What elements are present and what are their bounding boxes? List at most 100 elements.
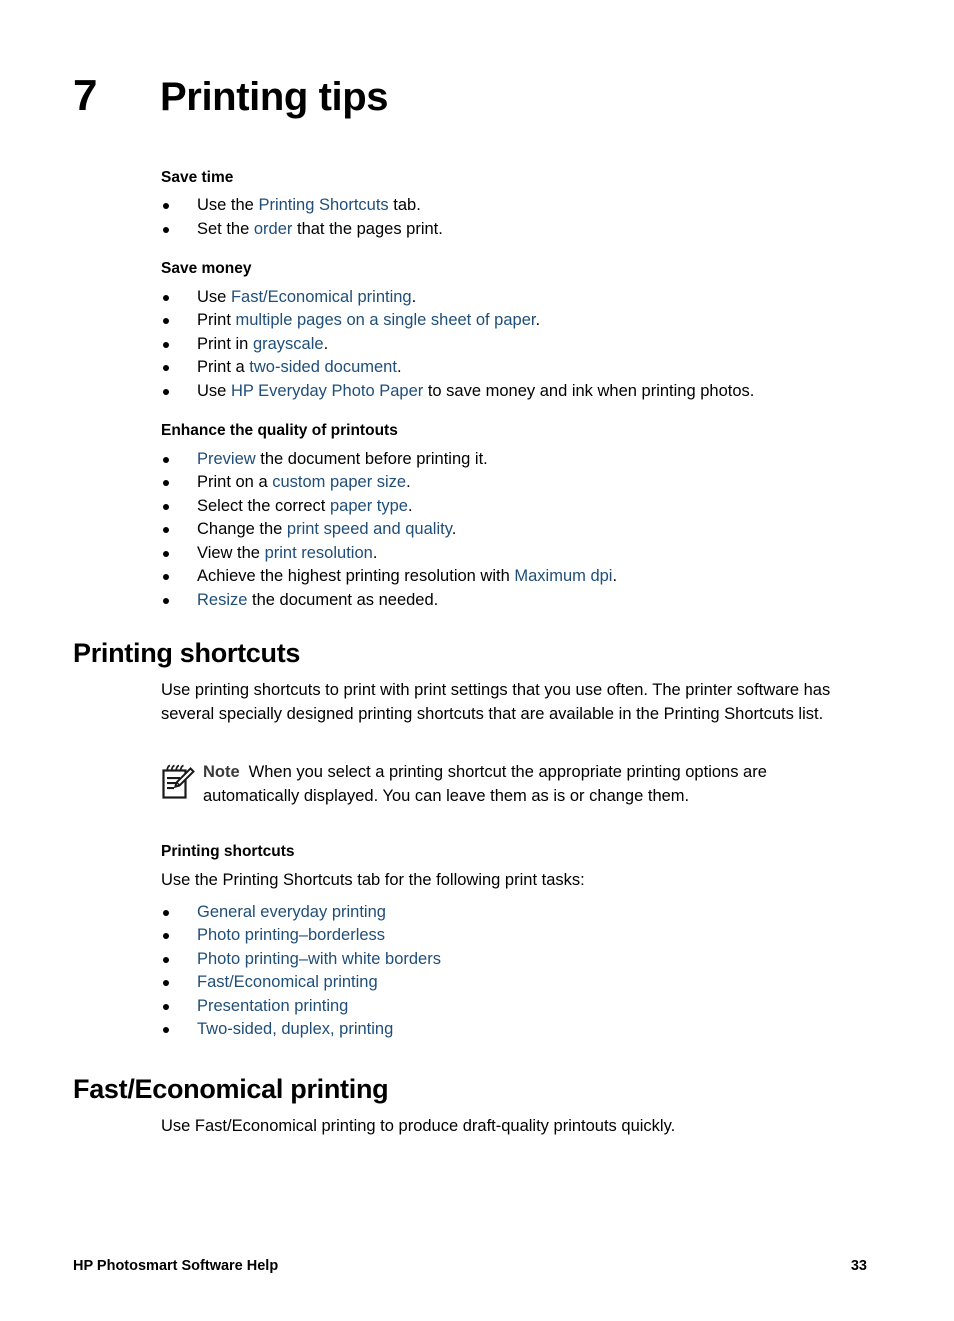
save-money-list: Use Fast/Economical printing. Print mult… (161, 286, 867, 404)
printing-shortcuts-sub-intro: Use the Printing Shortcuts tab for the f… (161, 871, 585, 890)
doc-link[interactable]: order (254, 220, 293, 238)
item-text-post: . (372, 543, 378, 562)
section-heading-printing-shortcuts: Printing shortcuts (73, 638, 301, 668)
list-item: Use HP Everyday Photo Paper to save mone… (161, 380, 867, 404)
list-item: Fast/Economical printing (161, 971, 867, 995)
doc-link[interactable]: Two-sided, duplex, printing (197, 1020, 393, 1038)
doc-link[interactable]: two-sided document (249, 358, 397, 376)
item-text-pre: Print (197, 311, 236, 330)
doc-link[interactable]: Photo printing–borderless (197, 926, 385, 944)
note-text: When you select a printing shortcut the … (203, 763, 767, 805)
item-text-pre: Print a (197, 358, 250, 377)
note-callout: Note When you select a printing shortcut … (161, 761, 867, 808)
chapter-heading: 7 Printing tips (73, 74, 873, 118)
doc-link[interactable]: General everyday printing (197, 903, 386, 921)
printing-shortcuts-intro-block: Use printing shortcuts to print with pri… (161, 679, 867, 726)
item-text-post: . (407, 496, 413, 515)
note-label: Note (203, 763, 240, 781)
item-text-pre: Use (197, 287, 231, 306)
note-pad-pencil-icon (161, 761, 203, 806)
item-text-post: . (406, 473, 411, 492)
printing-shortcuts-subheading: Printing shortcuts (161, 843, 295, 860)
section-heading-fast-economical: Fast/Economical printing (73, 1074, 389, 1104)
list-item: Preview the document before printing it. (161, 448, 867, 472)
list-item: View the print resolution. (161, 542, 867, 566)
bullet-icon (163, 909, 169, 916)
item-text-pre: Use the (197, 196, 259, 215)
footer-title: HP Photosmart Software Help (73, 1258, 279, 1274)
fast-economical-intro: Use Fast/Economical printing to produce … (161, 1117, 676, 1135)
item-text-post: . (323, 334, 329, 353)
list-item: Use the Printing Shortcuts tab. (161, 194, 867, 218)
list-item: Print on a custom paper size. (161, 471, 867, 495)
bullet-icon (163, 503, 169, 510)
item-text-pre: View the (197, 543, 265, 562)
enhance-quality-heading: Enhance the quality of printouts (161, 422, 398, 440)
bullet-icon (163, 956, 169, 963)
list-item: Achieve the highest printing resolution … (161, 565, 867, 589)
note-body: Note When you select a printing shortcut … (203, 761, 867, 808)
save-money-heading: Save money (161, 260, 252, 278)
doc-link[interactable]: print resolution (265, 544, 373, 562)
list-item: Print in grayscale. (161, 333, 867, 357)
printing-shortcuts-intro: Use printing shortcuts to print with pri… (161, 681, 831, 723)
item-text-post: . (612, 567, 618, 586)
item-text-post: . (451, 520, 457, 539)
doc-link[interactable]: Resize (197, 591, 247, 609)
bullet-icon (163, 203, 169, 210)
page-footer: HP Photosmart Software Help 33 (73, 1258, 867, 1274)
save-time-heading: Save time (161, 169, 234, 186)
bullet-icon (163, 574, 169, 581)
list-item: Two-sided, duplex, printing (161, 1018, 867, 1042)
item-text-pre: Select the correct (197, 496, 330, 515)
doc-link[interactable]: Presentation printing (197, 997, 348, 1015)
item-text-pre: Set the (197, 219, 254, 238)
item-text-post: tab. (388, 196, 421, 215)
list-item: Change the print speed and quality. (161, 518, 867, 542)
doc-link[interactable]: Preview (197, 450, 256, 468)
item-text-pre: Print in (197, 334, 253, 353)
item-text-pre: Change the (197, 520, 287, 539)
bullet-icon (163, 1003, 169, 1010)
doc-link[interactable]: grayscale (253, 335, 324, 353)
enhance-quality-list: Preview the document before printing it.… (161, 448, 867, 613)
doc-link[interactable]: paper type (330, 497, 408, 515)
bullet-icon (163, 318, 169, 325)
doc-link[interactable]: multiple pages on a single sheet of pape… (236, 311, 536, 329)
doc-link[interactable]: Maximum dpi (514, 567, 612, 585)
doc-link[interactable]: Fast/Economical printing (231, 288, 412, 306)
list-item: Set the order that the pages print. (161, 218, 867, 242)
item-text-pre: Achieve the highest printing resolution … (197, 567, 515, 586)
item-text-post: . (396, 358, 402, 377)
chapter-number: 7 (73, 71, 97, 120)
doc-link[interactable]: print speed and quality (287, 520, 452, 538)
bullet-icon (163, 1027, 169, 1034)
item-text-post: to save money and ink when printing phot… (423, 381, 755, 400)
list-item: Presentation printing (161, 995, 867, 1019)
bullet-icon (163, 480, 169, 487)
bullet-icon (163, 597, 169, 604)
bullet-icon (163, 226, 169, 233)
doc-link[interactable]: Printing Shortcuts (258, 196, 388, 214)
doc-link[interactable]: Photo printing–with white borders (197, 950, 441, 968)
bullet-icon (163, 527, 169, 534)
list-item: Select the correct paper type. (161, 495, 867, 519)
bullet-icon (163, 980, 169, 987)
item-text-post: . (535, 311, 541, 330)
bullet-icon (163, 365, 169, 372)
list-item: Photo printing–borderless (161, 924, 867, 948)
list-item: Use Fast/Economical printing. (161, 286, 867, 310)
doc-link[interactable]: custom paper size (272, 473, 406, 491)
doc-link[interactable]: HP Everyday Photo Paper (231, 382, 423, 400)
item-text-pre: Use (197, 381, 231, 400)
item-text-post: that the pages print. (292, 219, 443, 238)
bullet-icon (163, 550, 169, 557)
bullet-icon (163, 294, 169, 301)
chapter-title: Printing tips (160, 75, 389, 119)
printing-shortcuts-tasks-block: Printing shortcuts Use the Printing Shor… (161, 842, 867, 1042)
doc-link[interactable]: Fast/Economical printing (197, 973, 378, 991)
fast-economical-intro-block: Use Fast/Economical printing to produce … (161, 1115, 867, 1139)
document-page: 7 Printing tips Save time Use the Printi… (0, 0, 954, 1321)
list-item: Photo printing–with white borders (161, 948, 867, 972)
footer-page-number: 33 (850, 1258, 867, 1274)
